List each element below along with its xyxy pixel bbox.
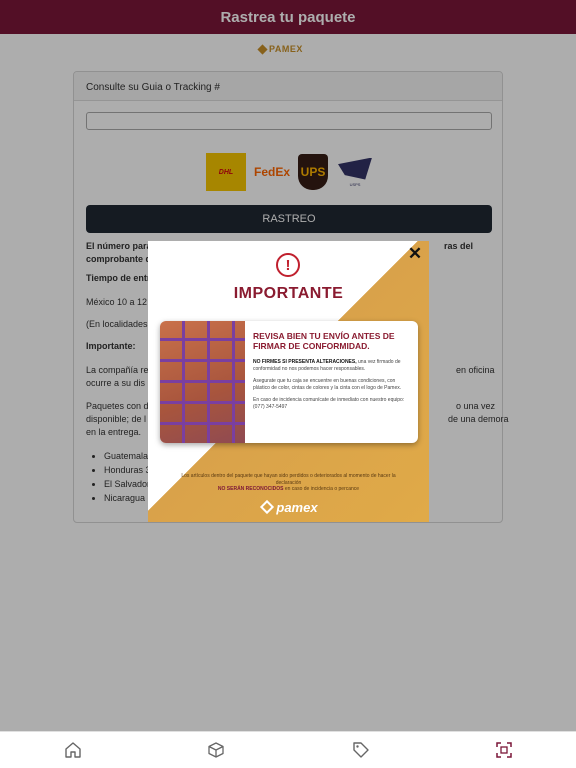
modal-logo-text: pamex [276,499,318,515]
notice-card: REVISA BIEN TU ENVÍO ANTES DE FIRMAR DE … [160,321,418,443]
footer-rest: en caso de incidencia o percance [284,486,360,492]
notice-contact: En caso de incidencia comunícate de inme… [253,397,405,410]
notice-check: Asegurate que tu caja se encuentre en bu… [253,378,402,391]
footer-strong: NO SERÁN RECONOCIDOS [217,486,284,492]
modal-footer-text: Los artículos dentro del paquete que hay… [178,473,399,493]
bottom-nav [0,731,576,768]
notice-strong: NO FIRMES SI PRESENTA ALTERACIONES, [253,359,357,365]
scan-icon[interactable] [495,741,513,759]
footer-line: Los artículos dentro del paquete que hay… [181,473,396,486]
tag-icon[interactable] [352,741,370,759]
home-icon[interactable] [64,741,82,759]
modal-pamex-logo: pamex [252,499,328,515]
modal-title: IMPORTANTE [233,285,344,302]
pamex-cube-icon [260,499,275,515]
notice-text: REVISA BIEN TU ENVÍO ANTES DE FIRMAR DE … [253,331,413,416]
important-modal: ✕ ! IMPORTANTE REVISA BIEN TU ENVÍO ANTE… [148,241,429,522]
package-icon[interactable] [207,741,225,759]
warning-icon: ! [276,253,300,277]
notice-heading: REVISA BIEN TU ENVÍO ANTES DE FIRMAR DE … [253,331,395,351]
boxes-image [160,321,245,443]
close-icon[interactable]: ✕ [407,244,423,263]
